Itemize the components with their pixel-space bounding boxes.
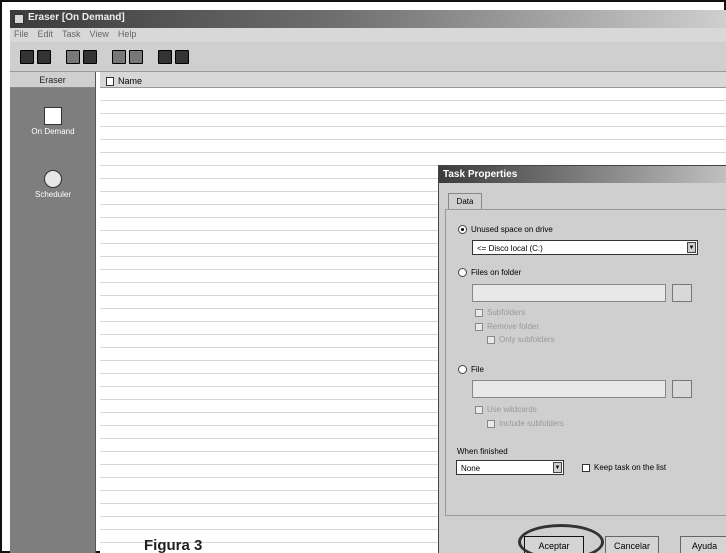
when-finished-value: None xyxy=(461,464,481,473)
remove-folder-checkbox[interactable] xyxy=(475,322,483,331)
task-properties-dialog: Task Properties Data Unused space on dri… xyxy=(438,165,726,553)
browse-file-button[interactable] xyxy=(672,380,692,398)
properties-icon[interactable] xyxy=(66,49,80,64)
screenshot-frame: Eraser [On Demand] File Edit Task View H… xyxy=(0,0,726,553)
keep-task-option[interactable]: Keep task on the list xyxy=(582,463,666,472)
run-icon[interactable] xyxy=(112,49,126,64)
document-icon xyxy=(106,76,114,86)
chevron-down-icon[interactable]: ▼ xyxy=(553,462,562,473)
cancel-button[interactable]: Cancelar xyxy=(605,536,659,553)
toolbar xyxy=(10,42,726,72)
when-finished-label-row: When finished xyxy=(457,447,508,456)
when-finished-label: When finished xyxy=(457,447,508,456)
drive-select[interactable]: <= Disco local (C:) ▼ xyxy=(472,240,698,255)
include-subfolders-option[interactable]: Include subfolders xyxy=(487,419,564,428)
option-files-label: Files on folder xyxy=(471,268,522,277)
remove-folder-option[interactable]: Remove folder xyxy=(475,322,539,331)
on-demand-icon xyxy=(44,107,62,125)
column-name-label: Name xyxy=(118,76,143,86)
chevron-down-icon[interactable]: ▼ xyxy=(687,242,696,253)
option-unused-space[interactable]: Unused space on drive xyxy=(458,225,553,234)
sidebar-item-label: On Demand xyxy=(31,127,75,136)
only-subfolders-checkbox[interactable] xyxy=(487,335,495,344)
keep-task-label: Keep task on the list xyxy=(594,463,667,472)
subfolders-checkbox[interactable] xyxy=(475,308,483,317)
include-subfolders-checkbox[interactable] xyxy=(487,419,495,428)
menu-edit[interactable]: Edit xyxy=(38,29,54,41)
new-schedule-icon[interactable] xyxy=(37,49,51,64)
use-wildcards-label: Use wildcards xyxy=(487,405,537,414)
option-file-label: File xyxy=(471,365,484,374)
subfolders-label: Subfolders xyxy=(487,308,526,317)
use-wildcards-checkbox[interactable] xyxy=(475,405,483,414)
help-button[interactable]: Ayuda xyxy=(680,536,726,553)
sidebar-item-scheduler[interactable]: Scheduler xyxy=(10,170,96,200)
menu-view[interactable]: View xyxy=(90,29,109,41)
highlight-circle xyxy=(518,524,604,553)
column-header-name[interactable]: Name xyxy=(100,72,726,88)
menu-help[interactable]: Help xyxy=(118,29,137,41)
browse-folder-button[interactable] xyxy=(672,284,692,302)
option-unused-space-label: Unused space on drive xyxy=(471,225,553,234)
when-finished-select[interactable]: None ▼ xyxy=(456,460,564,475)
file-path-input[interactable] xyxy=(472,380,666,398)
window-titlebar: Eraser [On Demand] xyxy=(10,10,726,28)
delete-icon[interactable] xyxy=(83,49,97,64)
folder-path-input[interactable] xyxy=(472,284,666,302)
figure-caption: Figura 3 xyxy=(144,537,203,553)
only-subfolders-option[interactable]: Only subfolders xyxy=(487,335,555,344)
drive-select-value: <= Disco local (C:) xyxy=(477,244,543,253)
option-file[interactable]: File xyxy=(458,365,484,374)
dialog-title: Task Properties xyxy=(439,166,726,183)
radio-files-on-folder[interactable] xyxy=(458,268,467,277)
context-help-icon[interactable] xyxy=(175,49,189,64)
menu-task[interactable]: Task xyxy=(62,29,81,41)
use-wildcards-option[interactable]: Use wildcards xyxy=(475,405,537,414)
option-files-on-folder[interactable]: Files on folder xyxy=(458,268,521,277)
help-icon[interactable] xyxy=(158,49,172,64)
radio-file[interactable] xyxy=(458,365,467,374)
scheduler-icon xyxy=(44,170,62,188)
tab-data[interactable]: Data xyxy=(448,193,482,210)
keep-task-checkbox[interactable] xyxy=(582,463,590,472)
sidebar-header: Eraser xyxy=(10,72,95,88)
window-title: Eraser [On Demand] xyxy=(28,12,125,23)
sidebar: Eraser On Demand Scheduler xyxy=(10,72,96,553)
menubar: File Edit Task View Help xyxy=(10,28,726,42)
subfolders-option[interactable]: Subfolders xyxy=(475,308,525,317)
include-subfolders-label: Include subfolders xyxy=(499,419,564,428)
menu-file[interactable]: File xyxy=(14,29,29,41)
remove-folder-label: Remove folder xyxy=(487,322,540,331)
run-all-icon[interactable] xyxy=(129,49,143,64)
app-icon xyxy=(14,14,24,24)
only-subfolders-label: Only subfolders xyxy=(499,335,555,344)
radio-unused-space[interactable] xyxy=(458,225,467,234)
new-task-icon[interactable] xyxy=(20,49,34,64)
sidebar-item-on-demand[interactable]: On Demand xyxy=(10,107,96,137)
sidebar-item-label: Scheduler xyxy=(34,190,72,199)
